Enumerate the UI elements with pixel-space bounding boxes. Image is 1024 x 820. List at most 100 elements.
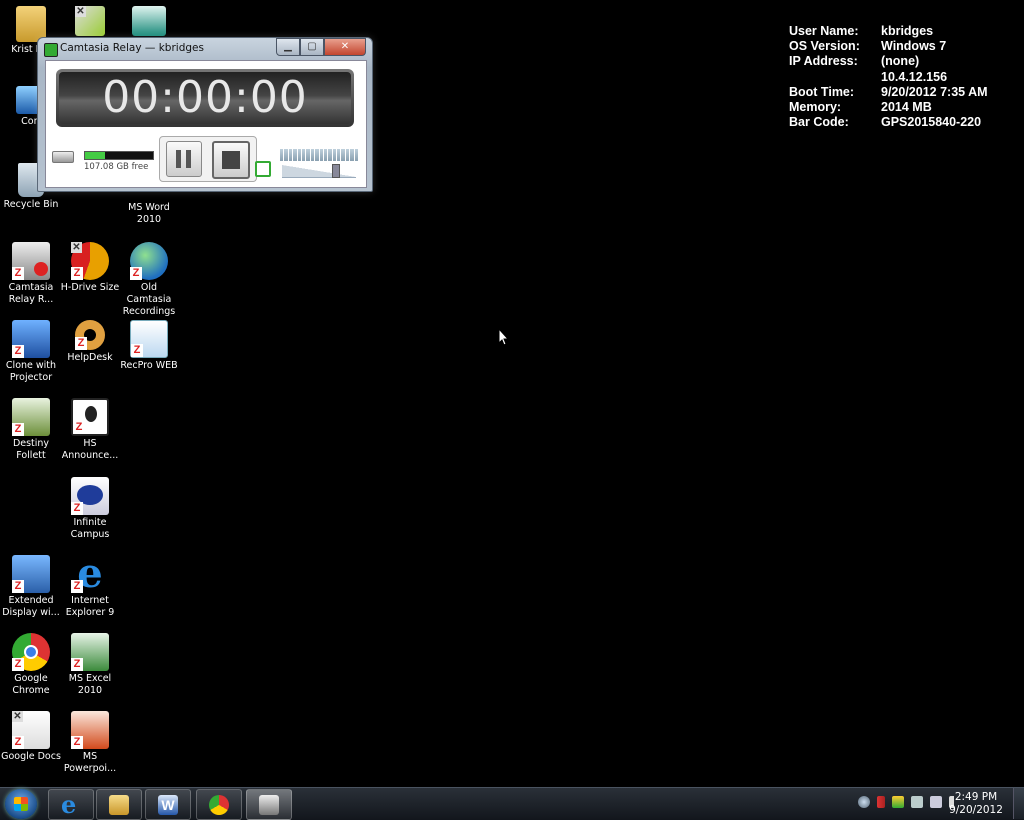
system-info-panel: User Name: kbridges OS Version: Windows 7 … <box>789 24 988 130</box>
flag-icon[interactable] <box>877 796 885 808</box>
desktop-icon-ms-publisher[interactable] <box>118 6 180 36</box>
desktop-icon-hs-announcements[interactable]: Z HS Announce... <box>59 398 121 462</box>
bar-code-label: Bar Code: <box>789 115 849 130</box>
user-name-value: kbridges <box>881 24 934 38</box>
meter-segment <box>341 149 345 161</box>
desktop-icon-google-chrome[interactable]: Z Google Chrome <box>0 633 62 697</box>
internet-explorer-icon: e <box>61 790 77 819</box>
desktop-icon-h-drive-size[interactable]: ✕ Z H-Drive Size <box>59 242 121 294</box>
chrome-icon <box>209 795 229 815</box>
disk-free-text: 107.08 GB free <box>84 162 149 172</box>
meter-segment <box>288 149 293 161</box>
meter-segment <box>323 149 328 161</box>
clone-display-icon: Z <box>12 320 50 358</box>
user-name-label: User Name: <box>789 24 859 38</box>
timer-display: 00:00:00 <box>56 69 354 127</box>
tree-icon: Z <box>12 398 50 436</box>
pause-icon-bar <box>186 150 191 168</box>
desktop-icon-ms-powerpoint[interactable]: Z MS Powerpoi... <box>59 711 121 775</box>
show-desktop-button[interactable] <box>1013 788 1024 819</box>
minimize-button[interactable]: ▁ <box>276 38 300 56</box>
meter-segment <box>301 149 306 161</box>
pie-chart-icon: ✕ Z <box>71 242 109 280</box>
meter-segment <box>345 149 350 161</box>
os-version-label: OS Version: <box>789 39 860 54</box>
memory-value: 2014 MB <box>881 100 932 115</box>
tools-shortcut-icon: ✕ <box>75 6 105 36</box>
camtasia-relay-window[interactable]: Camtasia Relay — kbridges ▁ ▢ ✕ 00:00:00… <box>37 37 373 192</box>
battery-icon[interactable] <box>930 796 942 808</box>
audio-level-meter <box>280 149 359 161</box>
boot-time-value: 9/20/2012 7:35 AM <box>881 84 988 99</box>
clock-date: 9/20/2012 <box>949 804 1003 816</box>
taskbar-camtasia-relay[interactable] <box>246 789 292 820</box>
meter-segment <box>280 149 284 161</box>
disk-space-fill <box>85 152 106 159</box>
volume-slider[interactable] <box>282 164 356 178</box>
chrome-icon: Z <box>12 633 50 671</box>
desktop-icon-tools-shortcut[interactable]: ✕ <box>59 6 121 36</box>
meter-segment <box>310 149 315 161</box>
clock-time: 2:49 PM <box>954 791 998 803</box>
desktop-icon-ms-excel[interactable]: Z MS Excel 2010 <box>59 633 121 697</box>
pause-icon <box>176 150 181 168</box>
globe-icon: Z <box>130 242 168 280</box>
microphone-icon[interactable] <box>255 161 271 177</box>
boot-time-label: Boot Time: <box>789 84 855 99</box>
taskbar: e W 2:49 PM 9/20/2012 <box>0 787 1024 820</box>
desktop-icon-infinite-campus[interactable]: Z Infinite Campus <box>59 477 121 541</box>
desktop-icon-internet-explorer[interactable]: eZ Internet Explorer 9 <box>59 554 121 619</box>
meter-segment <box>306 149 310 161</box>
stop-button[interactable] <box>212 141 250 179</box>
stop-icon <box>222 151 240 169</box>
desktop-icon-camtasia-relay[interactable]: Z Camtasia Relay R... <box>0 242 62 306</box>
memory-label: Memory: <box>789 100 842 115</box>
mouse-cursor-icon <box>498 327 510 351</box>
desktop-icon-old-camtasia-recordings[interactable]: Z Old Camtasia Recordings <box>118 242 180 318</box>
internet-explorer-icon: eZ <box>71 554 109 594</box>
pause-button[interactable] <box>166 141 202 177</box>
taskbar-clock[interactable]: 2:49 PM 9/20/2012 <box>948 791 1004 817</box>
network-icon[interactable] <box>911 796 923 808</box>
window-title: Camtasia Relay — kbridges <box>60 42 204 54</box>
ms-word-icon: W <box>158 795 178 815</box>
taskbar-internet-explorer[interactable]: e <box>48 789 94 820</box>
security-shield-icon[interactable] <box>892 796 904 808</box>
desktop-icon-clone-projector[interactable]: Z Clone with Projector <box>0 320 62 384</box>
ip-address-value-2: 10.4.12.156 <box>881 69 948 84</box>
recording-controls <box>159 136 257 182</box>
desktop-icon-recpro-web[interactable]: Z RecPro WEB <box>118 320 180 372</box>
camtasia-relay-icon <box>259 795 279 815</box>
start-button[interactable] <box>5 789 37 819</box>
announce-icon: Z <box>71 398 109 436</box>
desktop-icon-extended-display[interactable]: Z Extended Display wi... <box>0 555 62 619</box>
network-globe-icon[interactable] <box>858 796 870 808</box>
meter-segment <box>337 149 341 161</box>
infinite-campus-icon: Z <box>71 477 109 515</box>
window-controls: ▁ ▢ ✕ <box>276 38 366 56</box>
meter-segment <box>332 149 337 161</box>
recpro-icon: Z <box>130 320 168 358</box>
close-button[interactable]: ✕ <box>324 38 366 56</box>
ms-powerpoint-icon: Z <box>71 711 109 749</box>
desktop-icon-destiny-follett[interactable]: Z Destiny Follett <box>0 398 62 462</box>
windows-logo-icon <box>14 797 28 811</box>
maximize-button[interactable]: ▢ <box>300 38 324 56</box>
volume-slider-thumb[interactable] <box>332 164 340 178</box>
folder-icon <box>109 795 129 815</box>
hard-drive-icon <box>52 151 74 163</box>
google-docs-icon: ✕ Z <box>12 711 50 749</box>
system-tray <box>858 796 961 808</box>
camtasia-relay-icon: Z <box>12 242 50 280</box>
desktop-icon-google-docs[interactable]: ✕ Z Google Docs <box>0 711 62 763</box>
meter-segment <box>319 149 323 161</box>
meter-segment <box>350 149 354 161</box>
meter-segment <box>328 149 332 161</box>
taskbar-ms-word[interactable]: W <box>145 789 191 820</box>
os-version-value: Windows 7 <box>881 39 947 54</box>
taskbar-google-chrome[interactable] <box>196 789 242 820</box>
desktop-icon-helpdesk[interactable]: Z HelpDesk <box>59 320 121 364</box>
taskbar-windows-explorer[interactable] <box>96 789 142 820</box>
recorder-panel: 00:00:00 107.08 GB free <box>45 60 367 188</box>
ip-address-value-1: (none) <box>881 54 920 69</box>
